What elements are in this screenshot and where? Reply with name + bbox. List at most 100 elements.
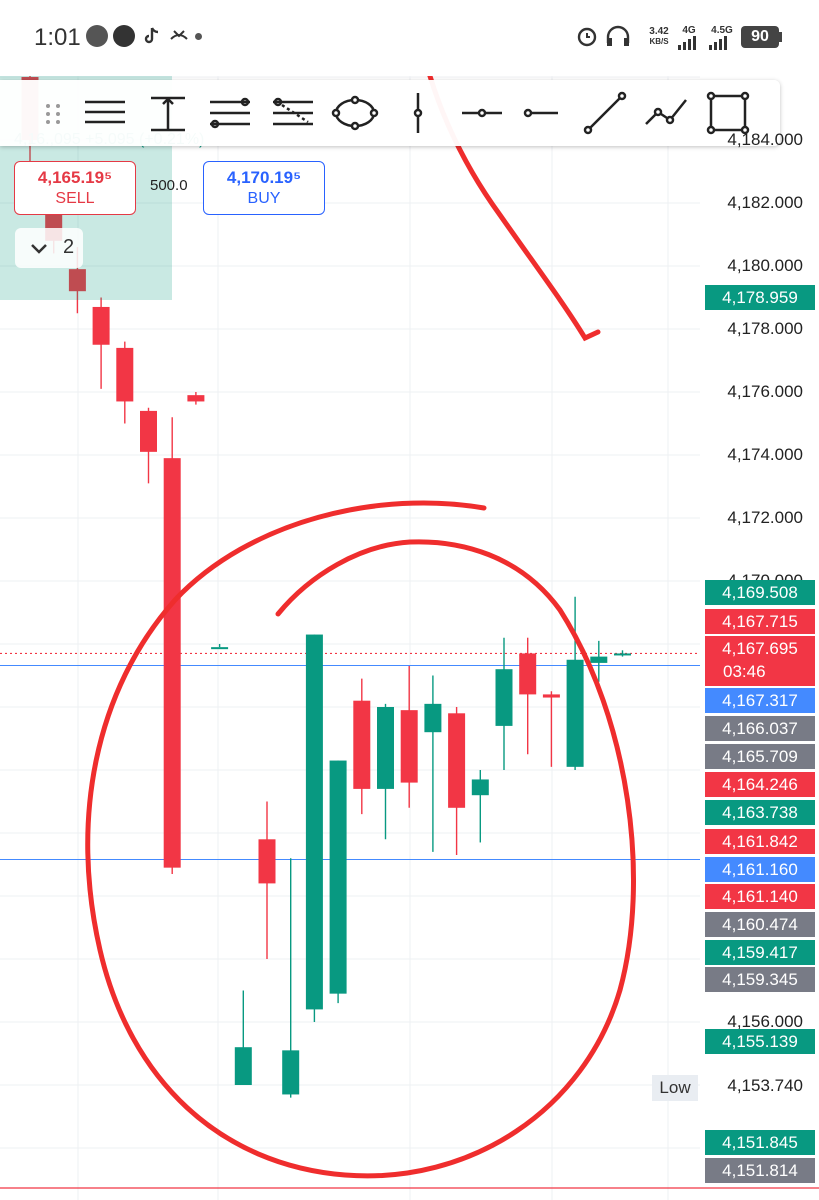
price-badge: 4,164.246 — [705, 772, 815, 797]
horizontal-lines-tool-icon[interactable] — [80, 88, 130, 138]
net-speed: 3.42 KB/S — [644, 27, 674, 47]
buy-button[interactable]: 4,170.19⁵ BUY — [203, 161, 325, 215]
price-badge: 4,151.845 — [705, 1130, 815, 1155]
price-badge: 4,151.814 — [705, 1158, 815, 1183]
trend-line-tool-icon[interactable] — [580, 88, 630, 138]
drawing-toolbar[interactable] — [0, 80, 780, 146]
candle-body — [495, 669, 513, 726]
candle — [282, 858, 300, 1098]
price-badge: 4,161.140 — [705, 884, 815, 909]
status-time: 1:01 — [34, 24, 81, 51]
candle — [258, 801, 276, 959]
axis-label: 4,178.000 — [727, 319, 803, 338]
chat-icon — [86, 25, 108, 47]
candle — [163, 417, 181, 874]
buy-price: 4,170.19⁵ — [226, 168, 302, 187]
candle — [92, 297, 110, 389]
low-value: 4,153.740 — [727, 1076, 803, 1095]
price-badge: 4,178.959 — [705, 285, 815, 310]
candle — [305, 634, 323, 1022]
battery-indicator: 90 — [741, 26, 779, 48]
price-badge: 4,160.474 — [705, 912, 815, 937]
price-badge: 4,167.715 — [705, 609, 815, 634]
candle-body — [519, 653, 537, 695]
signal-45g: 4.5G — [707, 26, 737, 50]
candle — [187, 392, 205, 405]
signal-45g-label: 4.5G — [711, 25, 733, 36]
candle-body — [329, 760, 347, 994]
price-badge: 4,159.345 — [705, 967, 815, 992]
sell-label: SELL — [55, 190, 95, 207]
bitcoin-icon — [113, 25, 135, 47]
horizontal-line-tool-icon[interactable] — [518, 88, 568, 138]
candle-body — [92, 306, 110, 345]
price-badge: 4,159.417 — [705, 940, 815, 965]
fib-retracement-tool-icon[interactable] — [205, 88, 255, 138]
price-badge: 4,166.037 — [705, 716, 815, 741]
positions-count: 2 — [63, 236, 75, 258]
ellipse-tool-icon[interactable] — [330, 88, 380, 138]
axis-label: 4,174.000 — [727, 445, 803, 464]
candle — [542, 691, 560, 767]
candle-body — [258, 839, 276, 884]
candle-body — [116, 347, 134, 402]
price-badge: 4,167.317 — [705, 688, 815, 713]
tiktok-icon — [140, 25, 162, 47]
candle-body — [187, 395, 205, 402]
candle — [377, 703, 394, 840]
candle-body — [305, 634, 323, 1010]
candle-body — [566, 659, 584, 767]
candle-body — [282, 1050, 300, 1095]
axis-label: 4,184.000 — [727, 130, 803, 149]
alarm-icon — [576, 25, 598, 47]
candle-body — [542, 694, 560, 698]
candle-body — [471, 779, 489, 796]
candle-body — [140, 410, 157, 452]
positions-collapse-button[interactable]: 2 — [15, 228, 83, 268]
more-notifications-icon — [195, 33, 202, 40]
sell-button[interactable]: 4,165.19⁵ SELL — [14, 161, 136, 215]
candle-body — [353, 700, 371, 789]
candle-body — [211, 647, 229, 650]
candle — [495, 637, 513, 770]
headphones-icon — [605, 25, 630, 47]
candle-body — [448, 713, 466, 808]
candle — [424, 675, 442, 852]
candle-body — [614, 653, 631, 656]
low-tag: Low — [652, 1075, 698, 1101]
price-badge: 4,169.508 — [705, 580, 815, 605]
path-tool-icon[interactable] — [642, 88, 692, 138]
candle-body — [590, 656, 608, 663]
drag-handle[interactable] — [38, 88, 68, 138]
candle-body — [424, 703, 442, 733]
order-quantity[interactable]: 500.0 — [150, 177, 188, 194]
status-bar: 1:01 3.42 KB/S 4G 4.5G 90 — [0, 0, 819, 76]
axis-label: 4,182.000 — [727, 193, 803, 212]
vertical-line-tool-icon[interactable] — [393, 88, 443, 138]
candle — [140, 407, 157, 484]
chevron-down-icon — [31, 244, 47, 254]
candle-body — [234, 1047, 252, 1085]
price-badge: 4,163.738 — [705, 800, 815, 825]
candle — [519, 637, 537, 755]
candle — [471, 770, 489, 843]
battery-tip — [779, 32, 782, 42]
horizontal-ray-tool-icon[interactable] — [457, 88, 507, 138]
price-badge: 4,167.695 — [705, 636, 815, 661]
buy-label: BUY — [247, 190, 281, 207]
price-badge: 4,161.160 — [705, 857, 815, 882]
candle-body — [377, 707, 394, 789]
candle — [329, 760, 347, 1004]
missed-call-icon — [168, 25, 190, 47]
signal-4g: 4G — [676, 26, 702, 50]
price-badge: 4,155.139 — [705, 1029, 815, 1054]
candle — [211, 644, 229, 650]
signal-4g-label: 4G — [682, 25, 696, 36]
axis-label: 4,176.000 — [727, 382, 803, 401]
price-range-tool-icon[interactable] — [143, 88, 193, 138]
price-badge: 4,165.709 — [705, 744, 815, 769]
candle — [400, 666, 418, 808]
candle — [353, 678, 371, 815]
sell-price: 4,165.19⁵ — [37, 168, 113, 187]
fib-fan-tool-icon[interactable] — [268, 88, 318, 138]
